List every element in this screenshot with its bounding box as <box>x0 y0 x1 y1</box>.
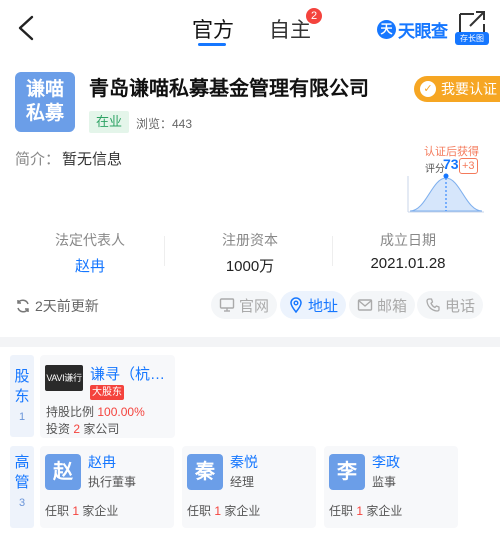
company-logo-line2: 私募 <box>25 103 64 124</box>
positions-suffix: 家企业 <box>366 504 403 518</box>
back-arrow-icon[interactable] <box>12 12 42 44</box>
location-pin-icon <box>290 297 302 313</box>
legal-representative-link[interactable]: 赵冉 <box>20 255 160 276</box>
top-nav: 官方 自主 2 天 天眼查 存长图 <box>0 0 500 56</box>
status-badge: 在业 <box>89 111 130 133</box>
shareholder-investments: 投资 2 家公司 <box>46 420 119 437</box>
positions-prefix: 任职 <box>329 504 354 518</box>
investments-suffix: 家公司 <box>83 422 120 436</box>
intro-value: 暂无信息 <box>62 151 123 168</box>
positions-prefix: 任职 <box>187 504 212 518</box>
intro-label: 简介： <box>15 151 61 168</box>
tab-self-badge: 2 <box>306 8 322 24</box>
promo-score: 73 <box>443 156 459 172</box>
positions-suffix: 家企业 <box>224 504 261 518</box>
divider <box>332 236 333 266</box>
phone-button[interactable]: 电话 <box>417 291 484 319</box>
shareholding-ratio: 持股比例 100.00% <box>46 403 145 420</box>
shareholder-name[interactable]: 谦寻（杭… <box>90 363 165 384</box>
manager-positions: 任职 1 家企业 <box>45 502 118 519</box>
monitor-icon <box>219 298 235 312</box>
positions-count: 1 <box>356 504 364 518</box>
manager-card[interactable]: 李 李政 监事 任职 1 家企业 <box>324 446 458 528</box>
managers-section-char1: 高 <box>14 454 30 471</box>
manager-name[interactable]: 秦悦 <box>230 452 258 472</box>
website-button[interactable]: 官网 <box>211 291 278 319</box>
address-button[interactable]: 地址 <box>280 291 347 319</box>
refresh-icon <box>17 299 29 313</box>
tab-official[interactable]: 官方 <box>192 14 234 44</box>
update-text: 2天前更新 <box>35 298 99 314</box>
avatar: 李 <box>329 454 365 490</box>
manager-positions: 任职 1 家企业 <box>329 502 402 519</box>
registered-capital-value: 1000万 <box>225 258 275 275</box>
check-icon: ✓ <box>420 81 436 97</box>
long-screenshot-label[interactable]: 存长图 <box>455 32 489 45</box>
manager-card[interactable]: 秦 秦悦 经理 任职 1 家企业 <box>182 446 316 528</box>
website-button-label: 官网 <box>239 297 270 315</box>
registered-capital: 注册资本 1000万 <box>180 230 320 276</box>
establish-date-label: 成立日期 <box>380 232 436 248</box>
managers-section-tab[interactable]: 高 管 3 <box>10 446 34 528</box>
tianyancha-logo-icon: 天 <box>377 19 396 39</box>
manager-role: 执行董事 <box>88 475 137 489</box>
manager-name[interactable]: 李政 <box>372 452 400 472</box>
section-separator <box>0 337 500 347</box>
manager-role: 监事 <box>372 475 397 489</box>
score-distribution-icon[interactable] <box>406 172 486 216</box>
update-status[interactable]: 2天前更新 <box>15 296 99 316</box>
registered-capital-label: 注册资本 <box>222 232 278 248</box>
shareholding-ratio-label: 持股比例 <box>46 405 95 419</box>
company-name: 青岛谦喵私募基金管理有限公司 <box>89 78 369 100</box>
avatar: 赵 <box>45 454 81 490</box>
shareholder-logo: VAVI谦行 <box>45 365 83 391</box>
major-shareholder-badge: 大股东 <box>90 385 124 400</box>
email-button-label: 邮箱 <box>377 297 408 315</box>
legal-representative-label: 法定代表人 <box>55 232 125 248</box>
managers-count: 3 <box>18 497 26 509</box>
shareholders-section-tab[interactable]: 股 东 1 <box>10 355 34 437</box>
divider <box>164 236 165 266</box>
manager-positions: 任职 1 家企业 <box>187 502 260 519</box>
manager-name[interactable]: 赵冉 <box>88 452 116 472</box>
company-logo-line1: 谦喵 <box>25 79 64 100</box>
shareholder-card[interactable]: VAVI谦行 谦寻（杭… 大股东 持股比例 100.00% 投资 2 家公司 <box>40 355 175 438</box>
manager-card[interactable]: 赵 赵冉 执行董事 任职 1 家企业 <box>40 446 174 528</box>
investments-prefix: 投资 <box>46 422 71 436</box>
investments-count: 2 <box>73 422 81 436</box>
shareholders-count: 1 <box>18 411 26 423</box>
positions-prefix: 任职 <box>45 504 70 518</box>
mail-icon <box>357 299 373 311</box>
verify-button[interactable]: ✓ 我要认证 <box>414 76 500 102</box>
avatar: 秦 <box>187 454 223 490</box>
positions-count: 1 <box>72 504 80 518</box>
shareholding-ratio-value: 100.00% <box>97 405 145 419</box>
tab-self[interactable]: 自主 <box>269 14 311 44</box>
shareholders-section-char2: 东 <box>14 388 30 405</box>
managers-section-char2: 管 <box>14 474 30 491</box>
active-tab-indicator <box>198 43 226 46</box>
establish-date: 成立日期 2021.01.28 <box>338 230 478 272</box>
manager-role: 经理 <box>230 475 255 489</box>
positions-count: 1 <box>214 504 222 518</box>
email-button[interactable]: 邮箱 <box>349 291 416 319</box>
verify-button-label: 我要认证 <box>441 81 497 97</box>
establish-date-value: 2021.01.28 <box>370 255 446 272</box>
phone-button-label: 电话 <box>445 297 476 315</box>
legal-representative: 法定代表人 赵冉 <box>20 230 160 276</box>
phone-icon <box>426 298 440 312</box>
shareholders-section-char1: 股 <box>14 368 30 385</box>
company-logo: 谦喵 私募 <box>15 72 75 132</box>
brand-name: 天眼查 <box>398 21 448 41</box>
tianyancha-logo: 天 天眼查 <box>377 18 448 41</box>
positions-suffix: 家企业 <box>82 504 119 518</box>
view-count: 浏览：443 <box>136 117 193 131</box>
address-button-label: 地址 <box>308 297 339 315</box>
